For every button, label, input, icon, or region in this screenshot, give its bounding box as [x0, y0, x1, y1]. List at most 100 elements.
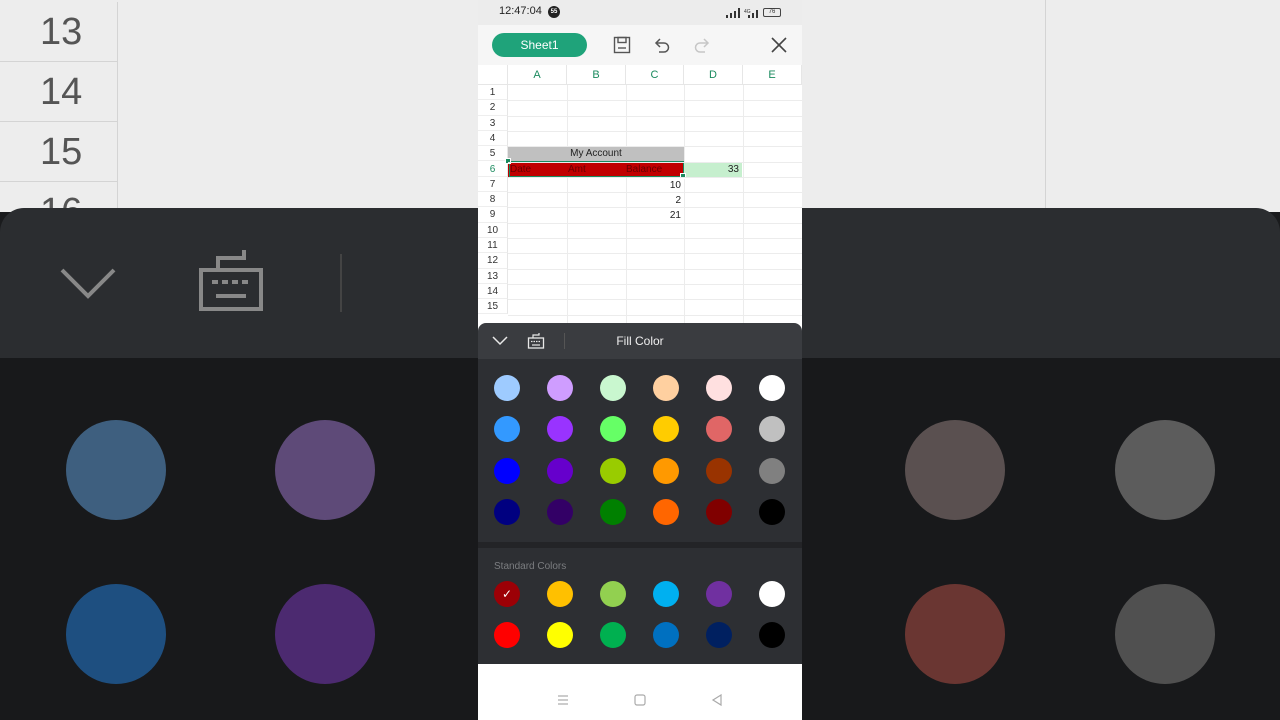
gridline [508, 146, 802, 148]
column-header-a[interactable]: A [508, 65, 567, 85]
bg-dot [66, 584, 166, 684]
standard-colors-label: Standard Colors [494, 561, 567, 572]
back-triangle-icon[interactable] [710, 693, 724, 707]
row-header[interactable]: 6 [478, 161, 508, 177]
color-swatch[interactable] [759, 375, 785, 401]
color-swatch[interactable] [653, 416, 679, 443]
color-swatch[interactable] [759, 581, 785, 607]
bg-dot [1115, 420, 1215, 520]
row-header[interactable]: 3 [478, 115, 508, 131]
bg-row-number: 14 [0, 62, 118, 122]
color-swatch[interactable] [653, 498, 679, 525]
row-header[interactable]: 5 [478, 146, 508, 162]
color-swatch[interactable] [653, 581, 679, 607]
navigation-bar [478, 664, 802, 720]
gridline [508, 222, 802, 224]
sheet-tab-button[interactable]: Sheet1 [492, 33, 587, 57]
color-swatch[interactable] [600, 622, 626, 648]
column-header-d[interactable]: D [684, 65, 743, 85]
color-swatch[interactable] [600, 416, 626, 443]
color-swatch[interactable] [706, 498, 732, 525]
selection-border [509, 161, 684, 177]
color-swatch[interactable] [759, 498, 785, 525]
color-swatch[interactable] [547, 622, 573, 648]
select-all-corner[interactable] [478, 65, 508, 85]
home-square-icon[interactable] [633, 693, 647, 707]
color-swatch[interactable] [600, 457, 626, 484]
color-swatch[interactable] [600, 498, 626, 525]
bg-separator [340, 254, 342, 312]
bg-row-number: 13 [0, 2, 118, 62]
color-swatch[interactable] [547, 498, 573, 525]
row-header[interactable]: 9 [478, 207, 508, 223]
gridline [508, 161, 802, 163]
row-header[interactable]: 15 [478, 299, 508, 315]
row-header[interactable]: 2 [478, 100, 508, 116]
color-swatch[interactable] [706, 457, 732, 484]
bg-dot [905, 584, 1005, 684]
bg-dot [1115, 584, 1215, 684]
panel-title: Fill Color [616, 334, 664, 348]
cell-c8[interactable]: 2 [625, 193, 683, 208]
row-header[interactable]: 7 [478, 176, 508, 193]
color-swatch[interactable] [706, 416, 732, 443]
row-header[interactable]: 1 [478, 85, 508, 101]
column-header-e[interactable]: E [743, 65, 802, 85]
gridline [684, 85, 685, 323]
cell-c9[interactable]: 21 [625, 208, 683, 223]
color-swatch[interactable] [547, 581, 573, 607]
column-header-c[interactable]: C [626, 65, 684, 85]
menu-icon[interactable] [556, 693, 570, 707]
save-icon[interactable] [612, 35, 632, 55]
row-header[interactable]: 11 [478, 238, 508, 254]
color-swatch[interactable] [494, 622, 520, 648]
color-swatch[interactable] [706, 581, 732, 607]
cell-d6[interactable]: 33 [684, 162, 742, 177]
color-swatch[interactable] [494, 498, 520, 525]
undo-icon[interactable] [652, 35, 672, 55]
color-swatch[interactable]: ✓ [494, 581, 520, 607]
color-swatch[interactable] [494, 375, 520, 401]
color-swatch[interactable] [759, 622, 785, 648]
color-swatch[interactable] [494, 416, 520, 443]
color-swatch[interactable] [706, 375, 732, 401]
signal-icon [726, 8, 740, 18]
close-icon[interactable] [769, 35, 789, 55]
color-swatch[interactable] [759, 457, 785, 484]
color-swatch[interactable] [759, 416, 785, 443]
color-swatch[interactable] [547, 457, 573, 484]
color-swatch[interactable] [653, 375, 679, 401]
gridline [508, 207, 802, 209]
row-header[interactable]: 10 [478, 222, 508, 238]
color-swatch[interactable] [706, 622, 732, 648]
color-swatch[interactable] [653, 622, 679, 648]
cell-c7[interactable]: 10 [625, 178, 683, 193]
column-header-b[interactable]: B [567, 65, 626, 85]
gridline [508, 238, 802, 239]
bg-row-number: 15 [0, 122, 118, 182]
color-swatch[interactable] [547, 416, 573, 443]
row-header[interactable]: 4 [478, 130, 508, 147]
bg-dot [275, 584, 375, 684]
bg-chevron-down-icon [60, 268, 116, 299]
gridline [508, 115, 802, 117]
bg-keyboard-icon [199, 250, 263, 311]
cell-a5-title[interactable]: My Account [508, 146, 684, 161]
notification-badge: 55 [548, 6, 560, 18]
color-swatch[interactable] [547, 375, 573, 401]
spreadsheet-grid[interactable]: A B C D E 1 2 3 4 5 6 7 8 9 10 11 12 13 14 15 My Accou… [478, 65, 802, 323]
color-swatch[interactable] [494, 457, 520, 484]
svg-text:4G: 4G [744, 9, 751, 15]
fill-color-palette [478, 359, 802, 542]
row-header[interactable]: 12 [478, 253, 508, 269]
gridline [508, 299, 802, 301]
color-swatch[interactable] [600, 375, 626, 401]
status-time: 12:47:04 [499, 5, 542, 17]
color-swatch[interactable] [653, 457, 679, 484]
row-header[interactable]: 8 [478, 192, 508, 208]
redo-icon[interactable] [692, 35, 712, 55]
row-header[interactable]: 13 [478, 268, 508, 284]
color-swatch[interactable] [600, 581, 626, 607]
row-header[interactable]: 14 [478, 283, 508, 300]
status-bar: 12:47:04 55 4G 76 [478, 0, 802, 25]
